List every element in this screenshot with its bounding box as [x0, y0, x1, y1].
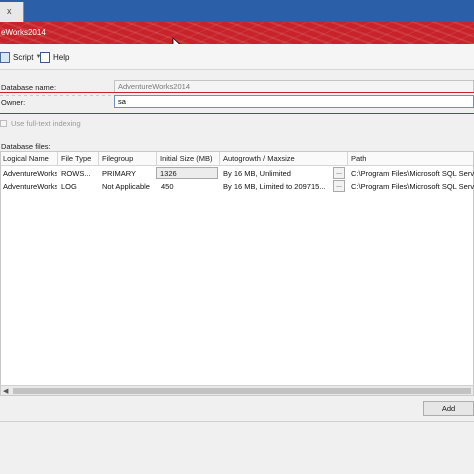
- column-divider: [219, 152, 220, 166]
- column-header-filegroup[interactable]: Filegroup: [102, 154, 133, 163]
- column-header-logical-name[interactable]: Logical Name: [3, 154, 49, 163]
- autogrowth-ellipsis-button[interactable]: ...: [333, 167, 345, 179]
- path-cell[interactable]: C:\Program Files\Microsoft SQL Serve: [351, 169, 474, 178]
- column-divider: [156, 152, 157, 166]
- grid-header: Logical Name File Type Filegroup Initial…: [1, 152, 473, 166]
- autogrowth-ellipsis-button[interactable]: ...: [333, 180, 345, 192]
- table-row[interactable]: AdventureWorks ROWS... PRIMARY 1326 By 1…: [1, 167, 474, 180]
- help-button[interactable]: Help: [40, 50, 69, 64]
- initial-size-input[interactable]: 1326: [156, 167, 218, 179]
- close-icon[interactable]: x: [7, 6, 12, 16]
- horizontal-scrollbar[interactable]: ◀: [1, 385, 473, 395]
- autogrowth-cell: By 16 MB, Unlimited: [223, 169, 291, 178]
- column-divider: [98, 152, 99, 166]
- file-type-cell[interactable]: ROWS...: [61, 169, 97, 178]
- add-button[interactable]: Add: [423, 401, 474, 416]
- column-header-autogrowth[interactable]: Autogrowth / Maxsize: [223, 154, 295, 163]
- dialog-title: eWorks2014: [1, 28, 46, 37]
- column-divider: [57, 152, 58, 166]
- column-header-path[interactable]: Path: [351, 154, 366, 163]
- table-row[interactable]: AdventureWorks LOG Not Applicable 450 By…: [1, 180, 474, 193]
- scrollbar-thumb[interactable]: [13, 388, 471, 394]
- database-files-grid[interactable]: Logical Name File Type Filegroup Initial…: [0, 151, 474, 396]
- owner-field[interactable]: sa: [114, 95, 474, 108]
- script-button-label: Script: [13, 52, 34, 62]
- column-divider: [347, 152, 348, 166]
- database-name-label: Database name:: [1, 83, 57, 92]
- dialog-toolbar: Script ▼ Help: [0, 44, 474, 70]
- column-header-file-type[interactable]: File Type: [61, 154, 91, 163]
- document-tab[interactable]: x: [0, 2, 24, 22]
- column-header-initial-size[interactable]: Initial Size (MB): [160, 154, 213, 163]
- database-files-label: Database files:: [1, 142, 51, 151]
- scroll-left-icon[interactable]: ◀: [3, 387, 8, 395]
- logical-name-cell[interactable]: AdventureWorks: [3, 182, 57, 191]
- initial-size-cell[interactable]: 450: [161, 182, 217, 191]
- dialog-title-bar: eWorks2014: [0, 22, 474, 44]
- script-icon: [0, 51, 10, 63]
- document-tab-bar: x: [0, 0, 474, 22]
- logical-name-cell[interactable]: AdventureWorks: [3, 169, 57, 178]
- help-icon: [40, 51, 50, 63]
- help-button-label: Help: [53, 52, 70, 62]
- fulltext-label: Use full-text indexing: [11, 119, 81, 128]
- filegroup-cell[interactable]: PRIMARY: [102, 169, 156, 178]
- divider: [0, 421, 474, 422]
- filegroup-cell[interactable]: Not Applicable: [102, 182, 156, 191]
- script-button[interactable]: Script ▼: [0, 50, 45, 64]
- file-type-cell[interactable]: LOG: [61, 182, 97, 191]
- path-cell[interactable]: C:\Program Files\Microsoft SQL Serve: [351, 182, 474, 191]
- fulltext-checkbox[interactable]: [0, 120, 7, 127]
- owner-label: Owner:: [1, 98, 26, 107]
- autogrowth-cell: By 16 MB, Limited to 209715...: [223, 182, 326, 191]
